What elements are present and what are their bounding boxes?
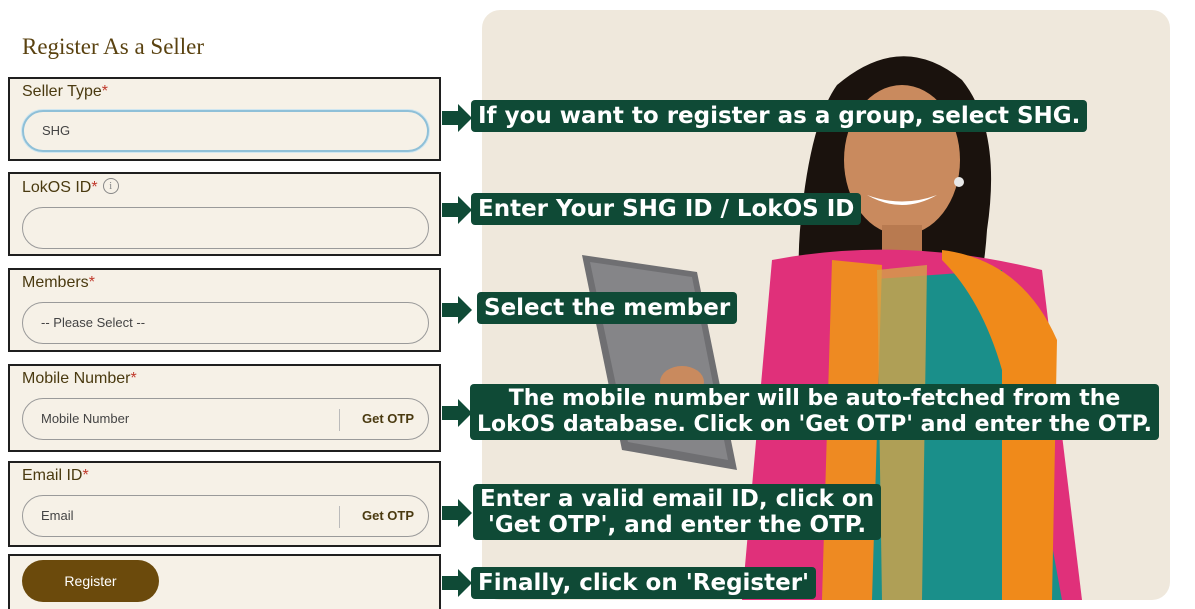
email-get-otp-button[interactable]: Get OTP xyxy=(362,496,414,536)
callout-seller-type: If you want to register as a group, sele… xyxy=(471,100,1088,132)
lokos-id-input[interactable] xyxy=(22,207,429,249)
seller-type-group: Seller Type* SHG xyxy=(8,77,441,161)
callout-mobile-line-2: LokOS database. Click on 'Get OTP' and e… xyxy=(477,412,1153,437)
callout-lokos-id: Enter Your SHG ID / LokOS ID xyxy=(471,193,862,225)
seller-type-label: Seller Type* xyxy=(22,83,108,100)
info-icon[interactable]: i xyxy=(102,178,119,194)
lokos-id-group: LokOS ID* i xyxy=(8,172,441,256)
mobile-number-label: Mobile Number* xyxy=(22,370,137,387)
callout-email: Enter a valid email ID, click on 'Get OT… xyxy=(473,484,882,540)
page-title: Register As a Seller xyxy=(22,34,205,59)
email-label: Email ID* xyxy=(22,467,89,484)
right-arrow-icon xyxy=(442,569,472,597)
register-group: Register xyxy=(8,554,441,609)
members-group: Members* -- Please Select -- xyxy=(8,268,441,352)
right-arrow-icon xyxy=(442,499,472,527)
right-arrow-icon xyxy=(442,296,472,324)
right-arrow-icon xyxy=(442,399,472,427)
email-placeholder: Email xyxy=(41,508,74,523)
mobile-number-input[interactable]: Mobile Number Get OTP xyxy=(22,398,429,440)
right-arrow-icon xyxy=(442,196,472,224)
mobile-number-group: Mobile Number* Mobile Number Get OTP xyxy=(8,364,441,452)
callout-mobile-line-1: The mobile number will be auto-fetched f… xyxy=(508,386,1121,411)
lokos-id-label: LokOS ID* i xyxy=(22,178,119,197)
email-input[interactable]: Email Get OTP xyxy=(22,495,429,537)
divider xyxy=(339,409,340,431)
callout-members: Select the member xyxy=(477,292,738,324)
callout-email-line-1: Enter a valid email ID, click on xyxy=(480,486,875,512)
divider xyxy=(339,506,340,528)
seller-type-select[interactable]: SHG xyxy=(22,110,429,152)
members-select[interactable]: -- Please Select -- xyxy=(22,302,429,344)
callout-mobile: The mobile number will be auto-fetched f… xyxy=(470,384,1160,440)
right-arrow-icon xyxy=(442,104,472,132)
callout-register: Finally, click on 'Register' xyxy=(471,567,817,599)
email-group: Email ID* Email Get OTP xyxy=(8,461,441,547)
callout-email-line-2: 'Get OTP', and enter the OTP. xyxy=(487,512,867,538)
mobile-get-otp-button[interactable]: Get OTP xyxy=(362,399,414,439)
mobile-number-placeholder: Mobile Number xyxy=(41,411,130,426)
members-label: Members* xyxy=(22,274,95,291)
register-button[interactable]: Register xyxy=(22,560,159,602)
